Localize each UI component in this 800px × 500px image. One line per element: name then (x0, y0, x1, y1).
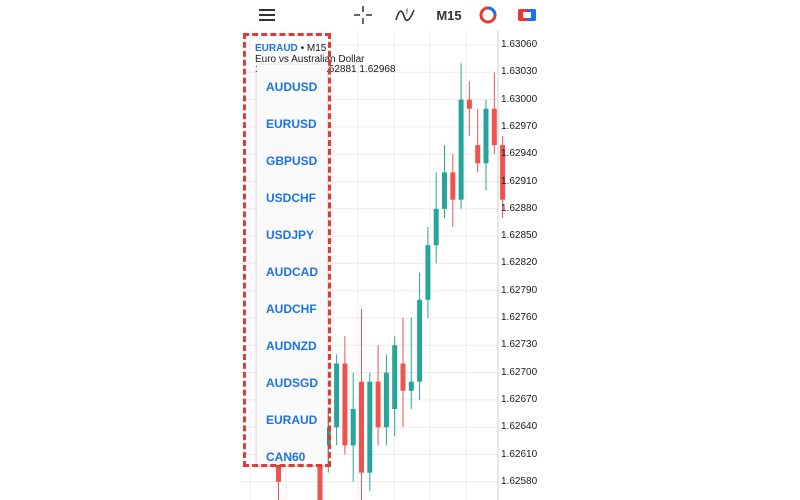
candle (342, 336, 348, 455)
candle (475, 108, 481, 173)
price-axis-label: 1.62820 (501, 257, 538, 269)
candle (350, 372, 356, 482)
price-axis-label: 1.62970 (501, 120, 538, 132)
candle-body (491, 108, 497, 146)
candle-body (466, 99, 472, 109)
candle-body (367, 381, 373, 473)
price-axis-label: 1.62700 (501, 366, 538, 378)
candle (491, 72, 497, 155)
price-axis-label: 1.62640 (501, 421, 538, 433)
candle-body (383, 372, 389, 428)
price-axis-label: 1.62610 (501, 448, 538, 460)
candle (442, 145, 447, 218)
candle-body (450, 172, 456, 200)
candle (359, 308, 364, 500)
price-axis-label: 1.62760 (501, 312, 538, 323)
candle-body (334, 363, 340, 428)
candle-body (408, 381, 414, 391)
candle-body (342, 363, 348, 446)
candle-body (350, 409, 356, 446)
candle-body (359, 381, 364, 473)
candle-body (458, 99, 464, 200)
price-axis-label: 1.63000 (501, 93, 538, 105)
candle (417, 272, 423, 400)
candle (400, 318, 406, 428)
candle-body (475, 145, 481, 164)
candle (466, 81, 472, 136)
price-axis-label: 1.62730 (501, 339, 538, 351)
price-axis-label: 1.62910 (501, 175, 538, 187)
candle (433, 172, 439, 264)
candle (367, 372, 373, 491)
price-axis-label: 1.62850 (501, 230, 538, 242)
price-axis-label: 1.63060 (501, 39, 538, 50)
price-axis-label: 1.62790 (501, 284, 538, 296)
candle (375, 345, 381, 446)
candle (450, 154, 456, 227)
candle (334, 354, 340, 446)
candle-body (392, 345, 398, 409)
price-axis-label: 1.62580 (501, 475, 538, 487)
candle (392, 336, 398, 437)
candle-body (400, 363, 406, 391)
candle (383, 354, 389, 446)
price-axis-label: 1.62670 (501, 393, 538, 405)
price-axis-label: 1.63030 (501, 66, 538, 78)
price-axis-label: 1.62940 (501, 148, 538, 160)
candle (483, 99, 489, 191)
candle-body (433, 208, 439, 246)
candle-body (483, 108, 489, 164)
candle (408, 318, 414, 409)
candle-body (442, 172, 447, 209)
candle-body (417, 299, 423, 382)
candle-body (425, 245, 431, 300)
price-axis-label: 1.62880 (501, 202, 538, 214)
highlight-annotation (243, 33, 331, 467)
candle-body (375, 381, 381, 428)
candle (458, 63, 464, 209)
